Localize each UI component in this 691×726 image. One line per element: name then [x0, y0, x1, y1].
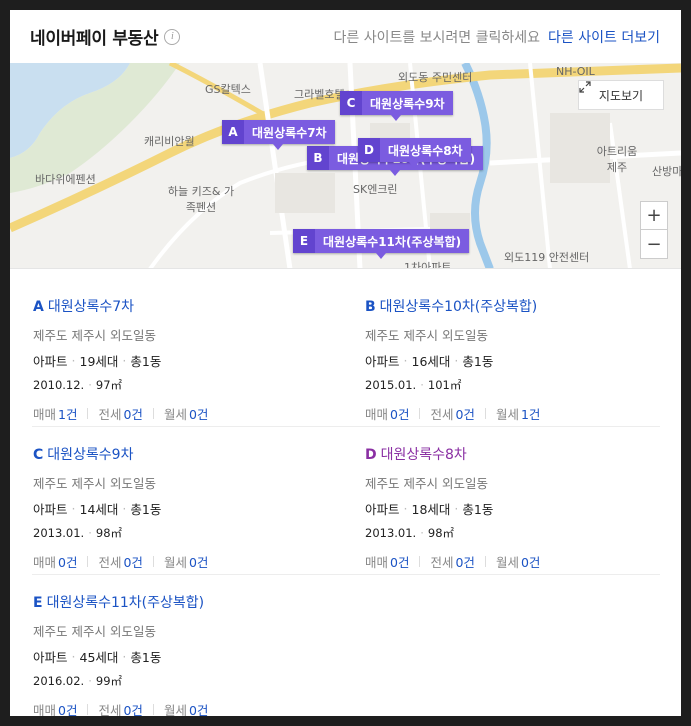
- item-deals: 매매 0건 전세 0건 월세 0건: [33, 552, 329, 571]
- pin-letter: B: [307, 146, 329, 170]
- more-sites-link[interactable]: 다른 사이트 더보기: [548, 27, 660, 47]
- item-address: 제주도 제주시 외도일동: [33, 328, 156, 343]
- map-pin-d[interactable]: D 대원상록수8차: [358, 138, 471, 168]
- sale-count[interactable]: 0건: [390, 552, 409, 571]
- map-view-label: 지도보기: [598, 88, 644, 103]
- header-hint: 다른 사이트를 보시려면 클릭하세요: [333, 29, 541, 46]
- map-label: GS칼텍스: [205, 83, 251, 96]
- zoom-out-button[interactable]: −: [641, 230, 667, 258]
- list-item[interactable]: D 대원상록수8차 제주도 제주시 외도일동 아파트 · 18세대 · 총1동 2013.…: [365, 446, 661, 571]
- map-pin-e[interactable]: E 대원상록수11차(주상복합): [293, 229, 470, 259]
- monthly-count[interactable]: 0건: [189, 404, 208, 423]
- item-address: 제주도 제주시 외도일동: [365, 328, 488, 343]
- widget-header: 네이버페이 부동산 i 다른 사이트를 보시려면 클릭하세요 다른 사이트 더보…: [10, 10, 681, 63]
- map-view-button[interactable]: 지도보기: [578, 80, 664, 110]
- jeonse-count[interactable]: 0건: [455, 552, 474, 571]
- pin-name: 대원상록수7차: [252, 125, 327, 140]
- jeonse-count[interactable]: 0건: [123, 700, 142, 716]
- item-meta: 아파트 · 18세대 · 총1동: [365, 501, 494, 517]
- item-meta: 아파트 · 45세대 · 총1동: [33, 649, 162, 665]
- map-label: 외도동 주민센터: [398, 71, 473, 84]
- list-item[interactable]: A 대원상록수7차 제주도 제주시 외도일동 아파트 · 19세대 · 총1동 2010.…: [33, 298, 329, 423]
- item-year-area: 2013.01. · 98㎡: [33, 526, 123, 540]
- item-title[interactable]: A 대원상록수7차: [33, 298, 329, 316]
- item-year-area: 2015.01. · 101㎡: [365, 378, 462, 392]
- header-right: 다른 사이트를 보시려면 클릭하세요 다른 사이트 더보기: [333, 27, 660, 47]
- item-address: 제주도 제주시 외도일동: [365, 476, 488, 491]
- map-pin-a[interactable]: A 대원상록수7차: [222, 120, 335, 150]
- map-pin-c[interactable]: C 대원상록수9차: [340, 91, 453, 121]
- info-icon[interactable]: i: [164, 28, 181, 45]
- item-year-area: 2016.02. · 99㎡: [33, 674, 123, 688]
- map-label: 산방마: [652, 165, 681, 178]
- jeonse-count[interactable]: 0건: [123, 404, 142, 423]
- map-label: 캐리비안월: [144, 135, 195, 148]
- jeonse-count[interactable]: 0건: [123, 552, 142, 571]
- divider: [32, 574, 660, 575]
- item-year-area: 2010.12. · 97㎡: [33, 378, 123, 392]
- map-label: NH-OIL: [556, 65, 595, 78]
- map-label: SK엔크린: [353, 183, 398, 196]
- item-year-area: 2013.01. · 98㎡: [365, 526, 455, 540]
- monthly-count[interactable]: 0건: [521, 552, 540, 571]
- item-title[interactable]: D 대원상록수8차: [365, 446, 661, 464]
- item-deals: 매매 0건 전세 0건 월세 0건: [33, 700, 329, 716]
- divider: [32, 426, 660, 427]
- sale-count[interactable]: 1건: [58, 404, 77, 423]
- pin-name: 대원상록수11차(주상복합): [323, 234, 462, 249]
- sale-count[interactable]: 0건: [58, 700, 77, 716]
- list-item[interactable]: C 대원상록수9차 제주도 제주시 외도일동 아파트 · 14세대 · 총1동 2013.…: [33, 446, 329, 571]
- widget-title: 네이버페이 부동산: [30, 29, 159, 49]
- item-address: 제주도 제주시 외도일동: [33, 476, 156, 491]
- expand-icon: [579, 81, 591, 93]
- item-deals: 매매 0건 전세 0건 월세 0건: [365, 552, 661, 571]
- pin-name: 대원상록수9차: [370, 96, 445, 111]
- map-label: 1차아파트: [404, 261, 452, 269]
- item-deals: 매매 0건 전세 0건 월세 1건: [365, 404, 661, 423]
- monthly-count[interactable]: 0건: [189, 552, 208, 571]
- sale-count[interactable]: 0건: [390, 404, 409, 423]
- item-meta: 아파트 · 19세대 · 총1동: [33, 353, 162, 369]
- map-label: 아트리움 제주: [596, 145, 638, 174]
- title-wrap: 네이버페이 부동산 i: [30, 24, 181, 49]
- map-label: 그라벨호텔: [294, 88, 345, 101]
- pin-name: 대원상록수8차: [388, 143, 463, 158]
- pin-letter: E: [293, 229, 315, 253]
- monthly-count[interactable]: 1건: [521, 404, 540, 423]
- map-label: 하늘 키즈& 가족펜션: [167, 185, 235, 214]
- item-address: 제주도 제주시 외도일동: [33, 624, 156, 639]
- item-title[interactable]: C 대원상록수9차: [33, 446, 329, 464]
- sale-count[interactable]: 0건: [58, 552, 77, 571]
- monthly-count[interactable]: 0건: [189, 700, 208, 716]
- real-estate-widget: 네이버페이 부동산 i 다른 사이트를 보시려면 클릭하세요 다른 사이트 더보…: [10, 10, 681, 716]
- item-meta: 아파트 · 16세대 · 총1동: [365, 353, 494, 369]
- pin-letter: D: [358, 138, 380, 162]
- item-meta: 아파트 · 14세대 · 총1동: [33, 501, 162, 517]
- item-title[interactable]: B 대원상록수10차(주상복합): [365, 298, 661, 316]
- zoom-in-button[interactable]: +: [641, 202, 667, 230]
- jeonse-count[interactable]: 0건: [455, 404, 474, 423]
- list-item[interactable]: E 대원상록수11차(주상복합) 제주도 제주시 외도일동 아파트 · 45세대 · 총1…: [33, 594, 329, 716]
- map-view[interactable]: GS칼텍스 그라벨호텔 외도동 주민센터 NH-OIL 캐리비안월 바다위에펜션…: [10, 63, 681, 269]
- list-item[interactable]: B 대원상록수10차(주상복합) 제주도 제주시 외도일동 아파트 · 16세대 · 총1…: [365, 298, 661, 423]
- zoom-control: + −: [640, 201, 668, 259]
- pin-letter: C: [340, 91, 362, 115]
- pin-letter: A: [222, 120, 244, 144]
- map-label: 외도119 안전센터: [504, 251, 590, 264]
- item-deals: 매매 1건 전세 0건 월세 0건: [33, 404, 329, 423]
- map-label: 바다위에펜션: [35, 173, 96, 186]
- item-title[interactable]: E 대원상록수11차(주상복합): [33, 594, 329, 612]
